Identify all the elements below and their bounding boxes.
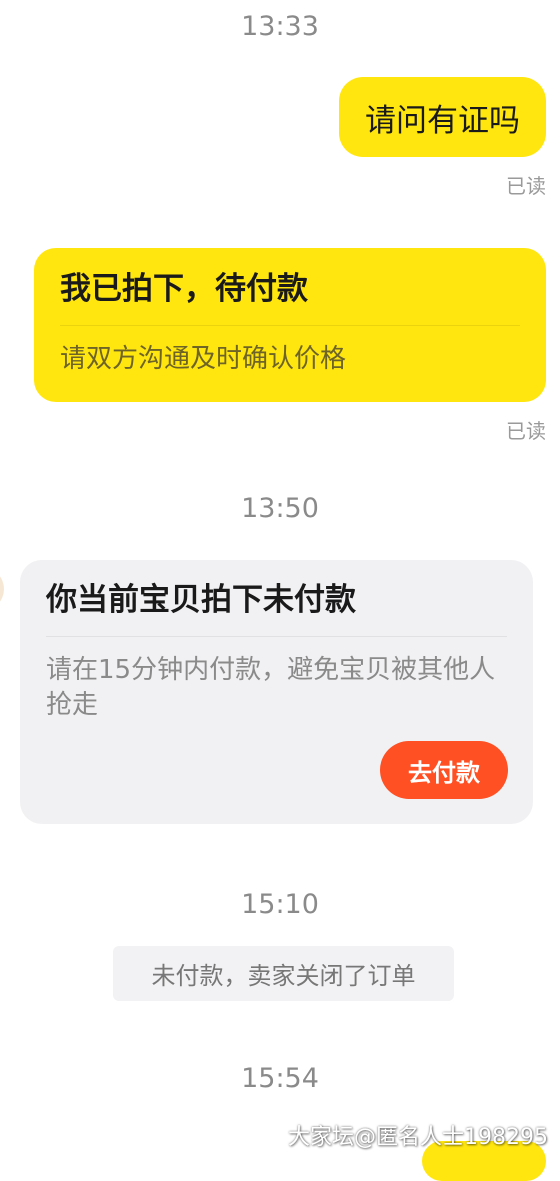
order-card-title: 我已拍下，待付款 xyxy=(60,271,308,307)
timestamp: 13:33 xyxy=(241,11,319,42)
go-pay-button[interactable]: 去付款 xyxy=(380,741,508,799)
timestamp: 15:54 xyxy=(241,1063,319,1094)
timestamp: 15:10 xyxy=(241,889,319,920)
payment-reminder-card[interactable]: 你当前宝贝拍下未付款 请在15分钟内付款，避免宝贝被其他人抢走 去付款 xyxy=(20,560,533,824)
watermark: 大家坛@匿名人士198295 xyxy=(288,1125,548,1150)
avatar[interactable] xyxy=(0,567,4,611)
order-card-subtitle: 请双方沟通及时确认价格 xyxy=(60,344,347,374)
order-status-card[interactable]: 我已拍下，待付款 请双方沟通及时确认价格 xyxy=(34,248,546,402)
read-receipt: 已读 xyxy=(506,419,546,443)
read-receipt: 已读 xyxy=(506,174,546,198)
system-notice-text: 未付款，卖家关闭了订单 xyxy=(151,962,416,990)
timestamp: 13:50 xyxy=(241,493,319,524)
message-text: 请问有证吗 xyxy=(365,102,520,139)
message-bubble-sent[interactable]: 请问有证吗 xyxy=(339,77,546,157)
reminder-card-title: 你当前宝贝拍下未付款 xyxy=(46,582,356,618)
system-notice: 未付款，卖家关闭了订单 xyxy=(113,946,454,1001)
reminder-card-subtitle: 请在15分钟内付款，避免宝贝被其他人抢走 xyxy=(46,655,496,720)
